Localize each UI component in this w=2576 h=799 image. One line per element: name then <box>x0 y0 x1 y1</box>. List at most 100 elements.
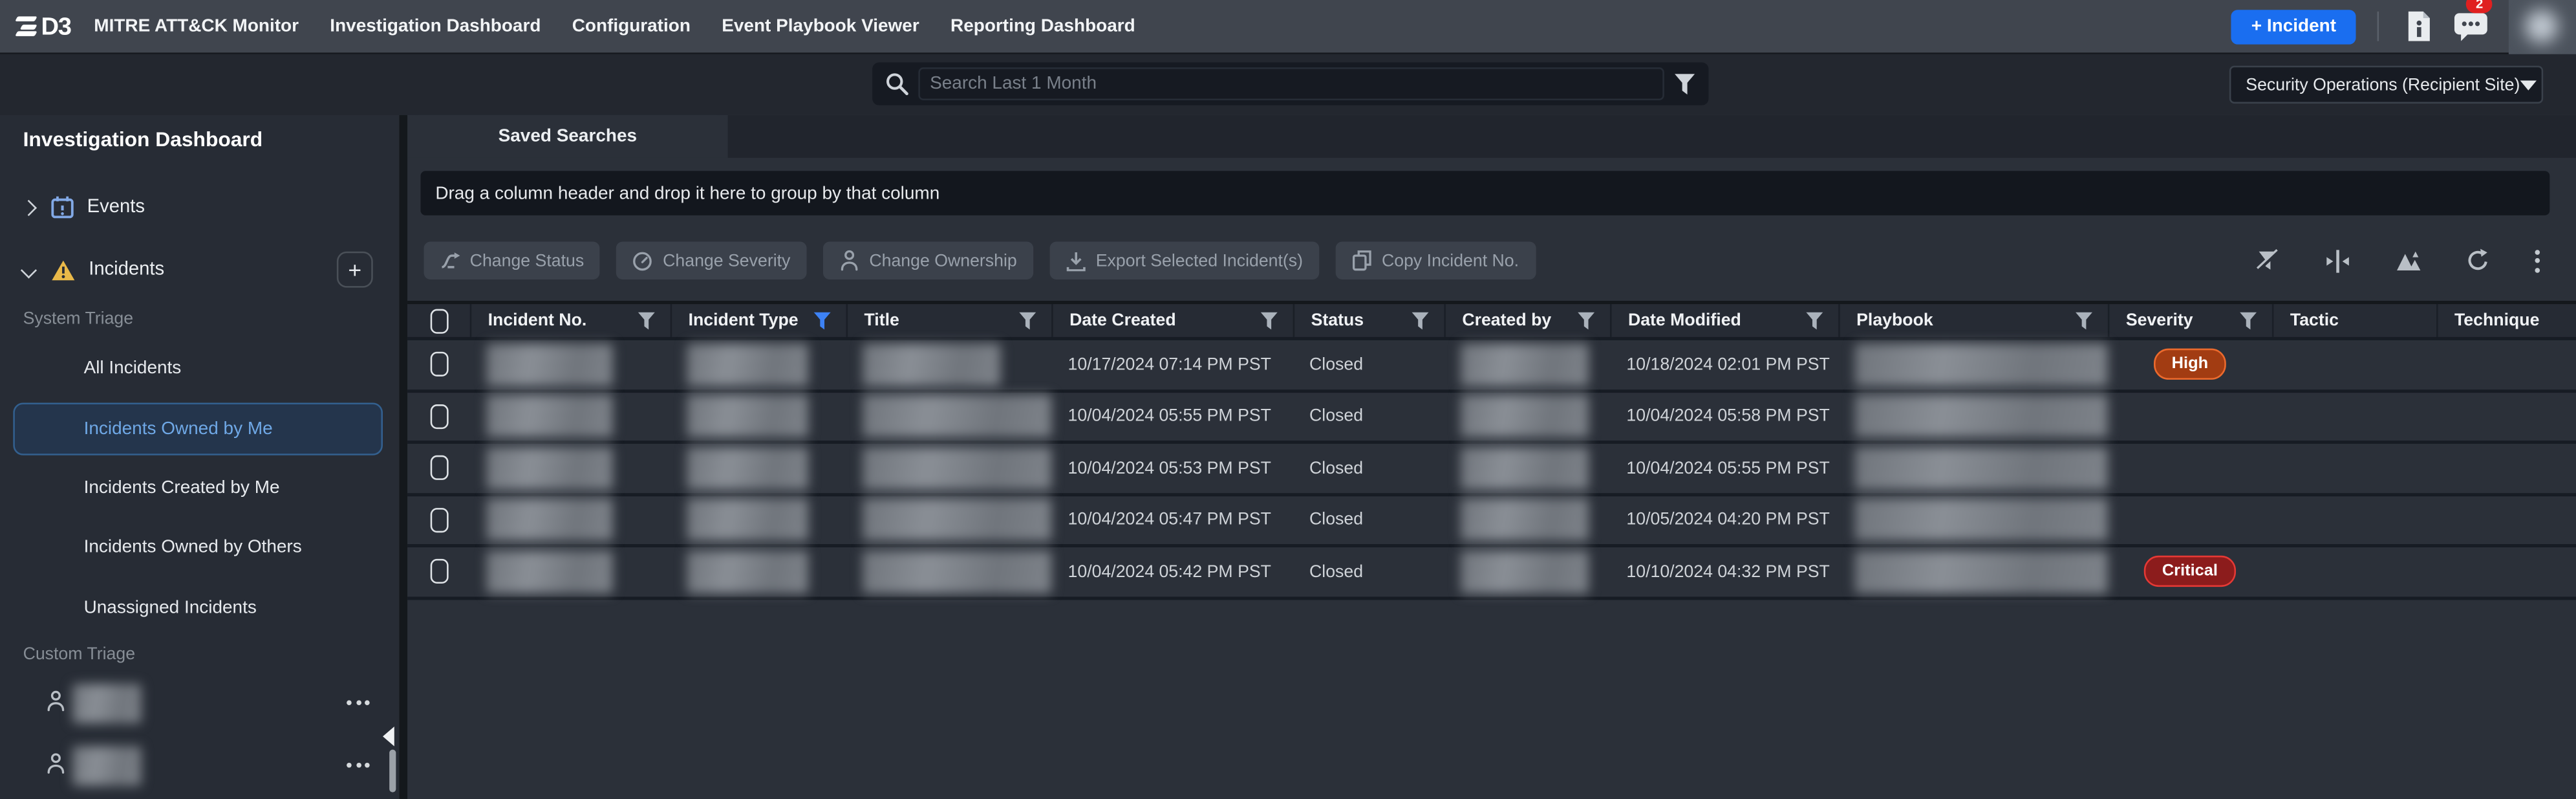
copy-incident-no--button[interactable]: Copy Incident No. <box>1336 241 1536 279</box>
custom-triage-item[interactable] <box>0 741 399 791</box>
nav-item-investigation-dashboard[interactable]: Investigation Dashboard <box>330 16 541 36</box>
redacted-value <box>863 395 1051 437</box>
nav-item-reporting-dashboard[interactable]: Reporting Dashboard <box>950 16 1135 36</box>
filter-icon[interactable] <box>1018 311 1036 329</box>
refresh-icon[interactable] <box>2466 248 2491 273</box>
cell-date_modified: 10/05/2024 04:20 PM PST <box>1610 496 1838 544</box>
redacted-value <box>687 395 808 437</box>
filter-icon[interactable] <box>638 311 656 329</box>
column-header-incident_type[interactable]: Incident Type <box>671 304 846 337</box>
site-selector[interactable]: Security Operations (Recipient Site) <box>2229 66 2543 104</box>
cell-playbook <box>1838 340 2108 389</box>
custom-triage-item[interactable] <box>0 679 399 728</box>
row-checkbox[interactable] <box>429 560 447 584</box>
select-all-checkbox[interactable] <box>429 308 447 333</box>
add-incident-view-button[interactable]: + <box>337 252 373 288</box>
global-search[interactable] <box>872 63 1708 105</box>
table-row[interactable]: 10/04/2024 05:53 PM PSTClosed10/04/2024 … <box>407 444 2576 496</box>
cell-checkbox <box>407 444 470 492</box>
redacted-value <box>1461 395 1589 437</box>
column-header-status[interactable]: Status <box>1293 304 1444 337</box>
column-header-date_created[interactable]: Date Created <box>1051 304 1293 337</box>
notifications-chat[interactable]: 2 <box>2453 8 2489 45</box>
clear-filter-icon[interactable] <box>2256 248 2281 273</box>
filter-icon[interactable] <box>1577 311 1595 329</box>
redacted-value <box>1461 343 1589 386</box>
new-incident-button[interactable]: + Incident <box>2231 9 2356 43</box>
filter-icon[interactable] <box>2239 311 2257 329</box>
table-row[interactable]: 10/04/2024 05:47 PM PSTClosed10/05/2024 … <box>407 496 2576 547</box>
change-severity-button[interactable]: Change Severity <box>617 241 807 279</box>
sidebar-item-incidents-created-by-me[interactable]: Incidents Created by Me <box>13 462 383 514</box>
table-row[interactable]: 10/04/2024 05:42 PM PSTClosed10/10/2024 … <box>407 547 2576 599</box>
status-icon <box>440 250 460 270</box>
row-checkbox[interactable] <box>429 507 447 532</box>
column-header-checkbox[interactable] <box>407 304 470 337</box>
sidebar-group-incidents[interactable]: Incidents + <box>0 252 399 288</box>
cell-date_created: 10/04/2024 05:55 PM PST <box>1051 392 1293 441</box>
sidebar-scrollbar-thumb[interactable] <box>389 750 396 793</box>
more-vertical-icon[interactable] <box>2535 249 2540 272</box>
cell-checkbox <box>407 340 470 389</box>
column-header-date_modified[interactable]: Date Modified <box>1610 304 1838 337</box>
sidebar-collapse-icon[interactable] <box>383 727 394 746</box>
search-input[interactable] <box>920 74 1662 93</box>
avatar[interactable] <box>2509 0 2576 54</box>
nav-item-mitre-att-ck-monitor[interactable]: MITRE ATT&CK Monitor <box>94 16 299 36</box>
column-header-playbook[interactable]: Playbook <box>1838 304 2108 337</box>
filter-icon[interactable] <box>1411 311 1430 329</box>
column-label: Playbook <box>1856 311 1933 330</box>
cell-tactic <box>2272 392 2436 441</box>
navbar-right: + Incident 2 <box>2231 0 2576 54</box>
column-header-title[interactable]: Title <box>846 304 1052 337</box>
row-checkbox[interactable] <box>429 404 447 428</box>
filter-icon[interactable] <box>2075 311 2093 329</box>
filter-icon[interactable] <box>1805 311 1823 329</box>
change-ownership-button[interactable]: Change Ownership <box>823 241 1033 279</box>
group-by-dropzone[interactable]: Drag a column header and drop it here to… <box>420 171 2549 215</box>
search-filter-icon[interactable] <box>1674 73 1695 94</box>
nav-item-event-playbook-viewer[interactable]: Event Playbook Viewer <box>722 16 919 36</box>
cell-date_created: 10/04/2024 05:47 PM PST <box>1051 496 1293 544</box>
sidebar-item-incidents-owned-by-me[interactable]: Incidents Owned by Me <box>13 402 383 455</box>
table-row[interactable]: 10/17/2024 07:14 PM PSTClosed10/18/2024 … <box>407 340 2576 392</box>
row-checkbox[interactable] <box>429 352 447 377</box>
nav-menu: MITRE ATT&CK Monitor Investigation Dashbo… <box>94 16 1135 36</box>
sidebar-item-incidents-owned-by-others[interactable]: Incidents Owned by Others <box>13 521 383 573</box>
column-header-tactic[interactable]: Tactic <box>2272 304 2436 337</box>
tab-row: Saved Searches <box>407 115 2576 158</box>
filter-icon[interactable] <box>813 311 832 329</box>
cell-status: Closed <box>1293 340 1444 389</box>
redacted-value <box>863 446 1051 489</box>
column-header-incident_no[interactable]: Incident No. <box>470 304 671 337</box>
redacted-value <box>486 395 613 437</box>
filter-icon[interactable] <box>1260 311 1278 329</box>
row-checkbox[interactable] <box>429 455 447 480</box>
sidebar-group-events[interactable]: Events <box>0 189 399 225</box>
document-icon[interactable] <box>2400 8 2436 45</box>
redacted-value <box>486 343 613 386</box>
cell-incident_no <box>470 340 671 389</box>
redacted-value <box>687 551 808 593</box>
chart-icon[interactable] <box>2396 250 2422 271</box>
cell-playbook <box>1838 547 2108 596</box>
column-resize-icon[interactable] <box>2324 249 2351 272</box>
redacted-value <box>1855 446 2108 489</box>
group-by-hint: Drag a column header and drop it here to… <box>435 183 939 202</box>
tab-saved-searches[interactable]: Saved Searches <box>407 115 727 158</box>
cell-incident_no <box>470 392 671 441</box>
sidebar-item-unassigned-incidents[interactable]: Unassigned Incidents <box>13 582 383 634</box>
column-header-severity[interactable]: Severity <box>2108 304 2272 337</box>
search-field[interactable] <box>918 67 1664 100</box>
export-selected-incident-s--button[interactable]: Export Selected Incident(s) <box>1050 241 1320 279</box>
d3-logo[interactable]: D3 <box>16 12 70 40</box>
table-row[interactable]: 10/04/2024 05:55 PM PSTClosed10/04/2024 … <box>407 392 2576 444</box>
cell-title <box>846 392 1052 441</box>
page-title: Investigation Dashboard <box>23 128 263 151</box>
cell-date_created: 10/17/2024 07:14 PM PST <box>1051 340 1293 389</box>
column-header-technique[interactable]: Technique <box>2436 304 2576 337</box>
change-status-button[interactable]: Change Status <box>424 241 601 279</box>
nav-item-configuration[interactable]: Configuration <box>572 16 691 36</box>
column-header-created_by[interactable]: Created by <box>1444 304 1610 337</box>
sidebar-item-all-incidents[interactable]: All Incidents <box>13 342 383 394</box>
